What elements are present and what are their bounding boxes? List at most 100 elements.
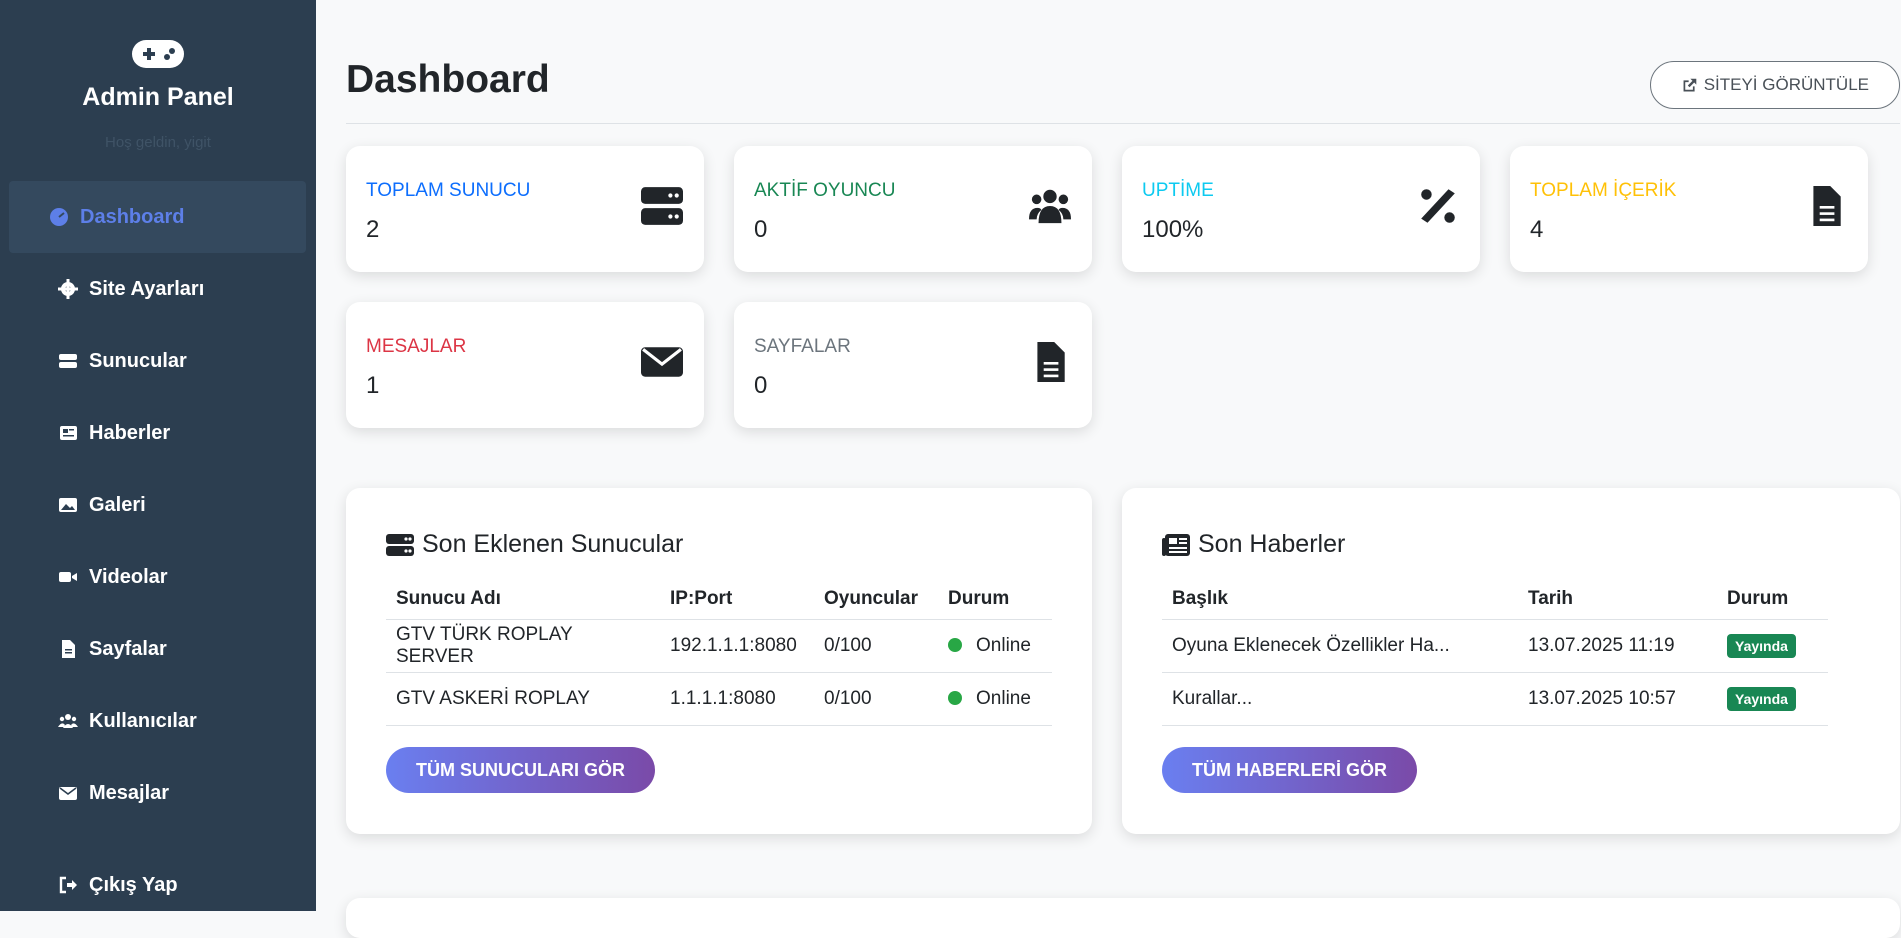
gamepad-icon	[132, 38, 184, 70]
welcome-text: Hoş geldin, yigit	[105, 134, 211, 151]
stat-card-total-servers: TOPLAM SUNUCU 2	[346, 146, 704, 272]
sidebar-item-messages[interactable]: Mesajlar	[9, 757, 306, 829]
view-site-button[interactable]: SİTEYİ GÖRÜNTÜLE	[1649, 61, 1900, 109]
stat-label: UPTİME	[1142, 180, 1214, 201]
server-players: 0/100	[814, 672, 938, 726]
server-ip: 192.1.1.1:8080	[660, 619, 814, 673]
column-header: Oyuncular	[814, 580, 938, 620]
main-content: Dashboard SİTEYİ GÖRÜNTÜLE TOPLAM SUNUCU…	[316, 0, 1901, 938]
status-text: Online	[976, 687, 1031, 709]
news-table: Başlık Tarih Durum Oyuna Eklenecek Özell…	[1162, 580, 1828, 726]
news-date: 13.07.2025 11:19	[1518, 619, 1717, 673]
server-ip: 1.1.1.1:8080	[660, 672, 814, 726]
next-section-card	[346, 898, 1900, 938]
sidebar-item-label: Dashboard	[80, 205, 185, 228]
column-header: Tarih	[1518, 580, 1717, 620]
sidebar-item-site-settings[interactable]: Site Ayarları	[9, 253, 306, 325]
video-icon	[57, 566, 79, 588]
users-icon	[1028, 184, 1072, 228]
users-icon	[57, 710, 79, 732]
sidebar-item-videos[interactable]: Videolar	[9, 541, 306, 613]
file-icon	[57, 638, 79, 660]
column-header: Durum	[1717, 580, 1828, 620]
brand: Admin Panel Hoş geldin, yigit	[0, 0, 316, 151]
sidebar-item-label: Galeri	[89, 493, 146, 516]
server-icon	[57, 350, 79, 372]
server-name: GTV ASKERİ ROPLAY	[386, 672, 660, 726]
news-title: Kurallar...	[1162, 672, 1518, 726]
sidebar-item-gallery[interactable]: Galeri	[9, 469, 306, 541]
table-header-row: Sunucu Adı IP:Port Oyuncular Durum	[386, 580, 1052, 620]
envelope-icon	[640, 340, 684, 384]
sidebar-item-servers[interactable]: Sunucular	[9, 325, 306, 397]
recent-news-panel: Son Haberler Başlık Tarih Durum Oyuna Ek…	[1122, 488, 1900, 834]
page-header: Dashboard SİTEYİ GÖRÜNTÜLE	[346, 58, 1900, 124]
stat-value: 0	[754, 372, 768, 399]
stat-label: TOPLAM SUNUCU	[366, 180, 531, 201]
file-icon	[1804, 184, 1848, 228]
online-dot-icon	[948, 690, 962, 705]
table-row: GTV TÜRK ROPLAY SERVER 192.1.1.1:8080 0/…	[386, 619, 1052, 673]
sidebar-item-news[interactable]: Haberler	[9, 397, 306, 469]
stat-card-messages: MESAJLAR 1	[346, 302, 704, 428]
sidebar-item-label: Sunucular	[89, 349, 187, 372]
stat-label: TOPLAM İÇERİK	[1530, 180, 1677, 201]
stat-card-active-players: AKTİF OYUNCU 0	[734, 146, 1092, 272]
logout-icon	[57, 874, 79, 896]
news-status: Yayında	[1717, 619, 1828, 673]
stat-value: 1	[366, 372, 380, 399]
file-icon	[1028, 340, 1072, 384]
status-badge: Yayında	[1727, 686, 1796, 711]
table-row: Kurallar... 13.07.2025 10:57 Yayında	[1162, 672, 1828, 726]
servers-table: Sunucu Adı IP:Port Oyuncular Durum GTV T…	[386, 580, 1052, 726]
stat-card-uptime: UPTİME 100%	[1122, 146, 1480, 272]
panel-title: Son Haberler	[1162, 530, 1345, 559]
stat-label: AKTİF OYUNCU	[754, 180, 896, 201]
stat-label: MESAJLAR	[366, 336, 467, 357]
view-site-label: SİTEYİ GÖRÜNTÜLE	[1703, 75, 1869, 94]
sidebar-item-pages[interactable]: Sayfalar	[9, 613, 306, 685]
stat-card-pages: SAYFALAR 0	[734, 302, 1092, 428]
newspaper-icon	[57, 422, 79, 444]
sidebar-item-label: Kullanıcılar	[89, 709, 197, 732]
column-header: Sunucu Adı	[386, 580, 660, 620]
brand-title: Admin Panel	[82, 83, 234, 111]
sidebar-item-label: Haberler	[89, 421, 171, 444]
sidebar-item-logout[interactable]: Çıkış Yap	[9, 849, 306, 921]
status-badge: Yayında	[1727, 633, 1796, 658]
panel-title-text: Son Eklenen Sunucular	[422, 530, 684, 558]
percent-icon	[1416, 184, 1460, 228]
recent-servers-panel: Son Eklenen Sunucular Sunucu Adı IP:Port…	[346, 488, 1092, 834]
server-icon	[640, 184, 684, 228]
panel-title: Son Eklenen Sunucular	[386, 530, 683, 559]
column-header: Durum	[938, 580, 1052, 620]
envelope-icon	[57, 782, 79, 804]
sidebar-item-dashboard[interactable]: Dashboard	[9, 181, 306, 253]
sidebar-item-label: Site Ayarları	[89, 277, 205, 300]
table-header-row: Başlık Tarih Durum	[1162, 580, 1828, 620]
sidebar-nav: Dashboard Site Ayarları Sunucular Haberl…	[0, 181, 316, 921]
images-icon	[57, 494, 79, 516]
all-news-button[interactable]: TÜM HABERLERİ GÖR	[1162, 747, 1417, 793]
column-header: Başlık	[1162, 580, 1518, 620]
news-title: Oyuna Eklenecek Özellikler Ha...	[1162, 619, 1518, 673]
server-icon	[386, 533, 414, 556]
sidebar-item-users[interactable]: Kullanıcılar	[9, 685, 306, 757]
panel-title-text: Son Haberler	[1198, 530, 1346, 558]
sidebar-item-label: Videolar	[89, 565, 168, 588]
stat-value: 4	[1530, 216, 1544, 243]
newspaper-icon	[1162, 533, 1190, 556]
server-name: GTV TÜRK ROPLAY SERVER	[386, 619, 660, 673]
stat-label: SAYFALAR	[754, 336, 851, 357]
status-text: Online	[976, 634, 1031, 656]
stat-value: 0	[754, 216, 768, 243]
gear-icon	[57, 278, 79, 300]
server-status: Online	[938, 672, 1052, 726]
table-row: Oyuna Eklenecek Özellikler Ha... 13.07.2…	[1162, 619, 1828, 673]
dashboard-icon	[48, 206, 70, 228]
online-dot-icon	[948, 637, 962, 652]
external-link-icon	[1683, 78, 1696, 91]
all-servers-button[interactable]: TÜM SUNUCULARI GÖR	[386, 747, 655, 793]
stat-card-total-content: TOPLAM İÇERİK 4	[1510, 146, 1868, 272]
stat-value: 2	[366, 216, 380, 243]
